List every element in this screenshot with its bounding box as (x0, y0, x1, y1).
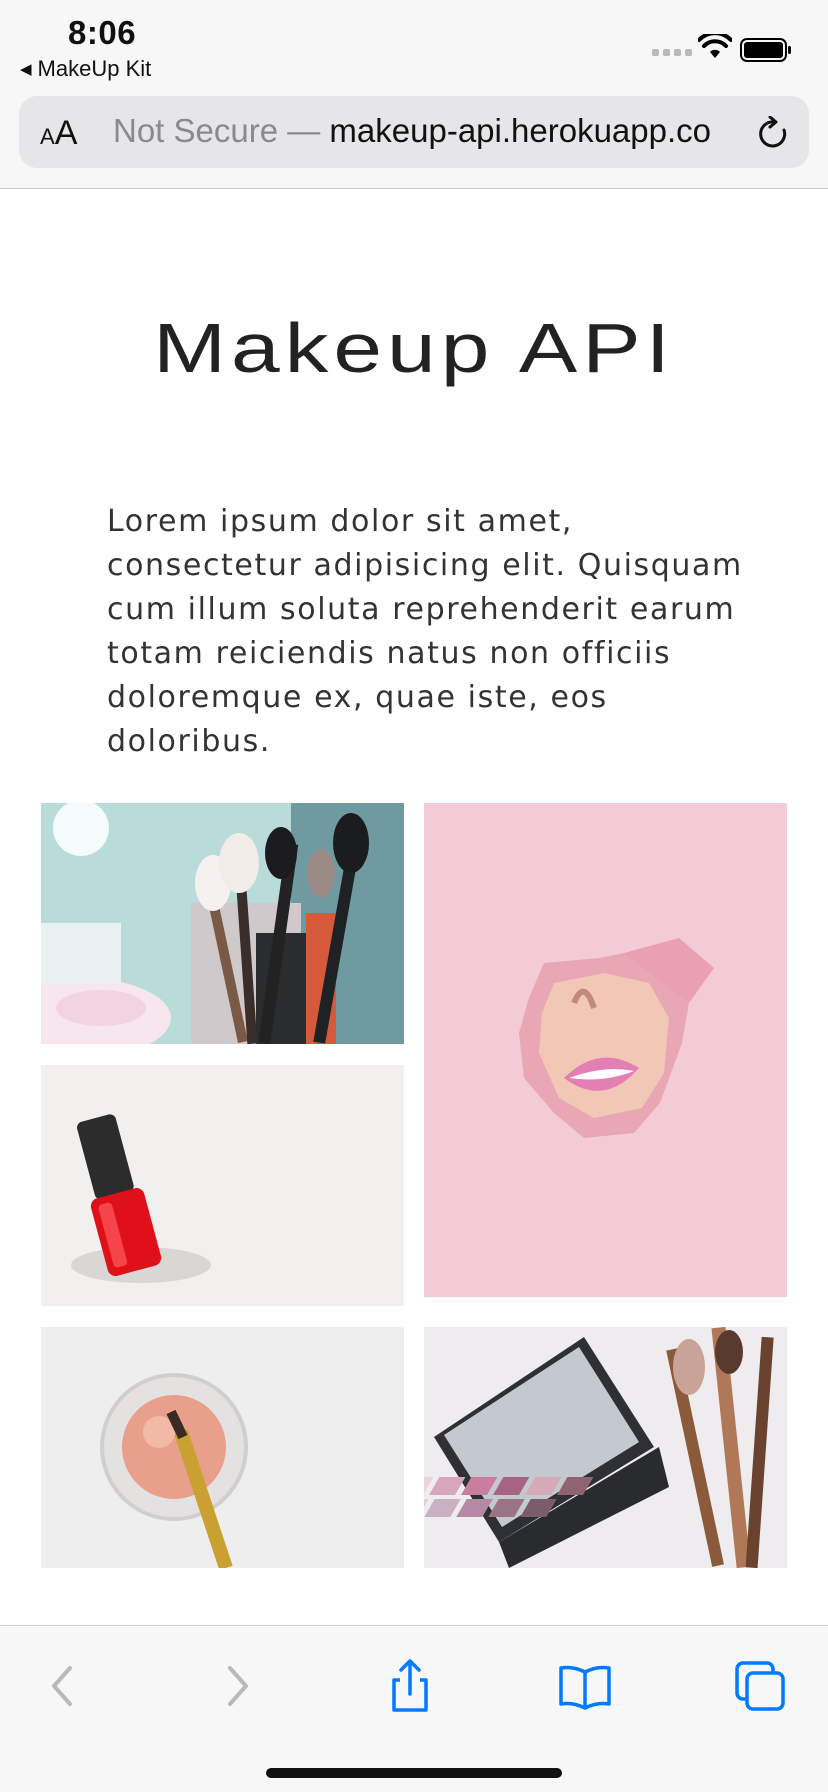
intro-paragraph: Lorem ipsum dolor sit amet, consectetur … (107, 504, 743, 759)
text-size-button[interactable]: AA (40, 114, 77, 153)
status-bar: 8:06 ◀ MakeUp Kit (0, 0, 828, 92)
url-field[interactable]: Not Secure — makeup-api.herokuapp.co (113, 112, 755, 150)
nail-polish-photo (41, 1065, 404, 1306)
back-chevron-icon[interactable] (34, 1656, 94, 1716)
url-security-label: Not Secure — (113, 112, 321, 149)
battery-icon (740, 38, 791, 62)
status-time: 8:06 (68, 14, 137, 51)
eyeshadow-palette-photo (424, 1327, 787, 1568)
tabs-icon[interactable] (730, 1656, 790, 1716)
back-app-label: MakeUp Kit (37, 56, 152, 81)
browser-toolbar (0, 1625, 828, 1792)
powder-brush-photo (41, 1327, 404, 1568)
back-to-app-button[interactable]: ◀ MakeUp Kit (20, 56, 151, 82)
back-triangle-icon: ◀ (20, 61, 32, 78)
url-host: makeup-api.herokuapp.co (329, 112, 712, 149)
home-indicator[interactable] (266, 1768, 562, 1778)
lips-through-paper-photo (424, 803, 787, 1297)
cellular-signal-icon (652, 49, 692, 56)
address-bar[interactable]: AA Not Secure — makeup-api.herokuapp.co (19, 96, 809, 168)
makeup-brushes-photo (41, 803, 404, 1044)
wifi-icon (698, 34, 732, 58)
page-title: Makeup API (153, 309, 675, 387)
reload-icon[interactable] (757, 116, 791, 152)
forward-chevron-icon[interactable] (206, 1656, 266, 1716)
bookmarks-icon[interactable] (555, 1656, 615, 1716)
share-icon[interactable] (380, 1656, 440, 1716)
text-size-label-small: A (40, 124, 55, 149)
browser-address-area: AA Not Secure — makeup-api.herokuapp.co (0, 92, 828, 189)
